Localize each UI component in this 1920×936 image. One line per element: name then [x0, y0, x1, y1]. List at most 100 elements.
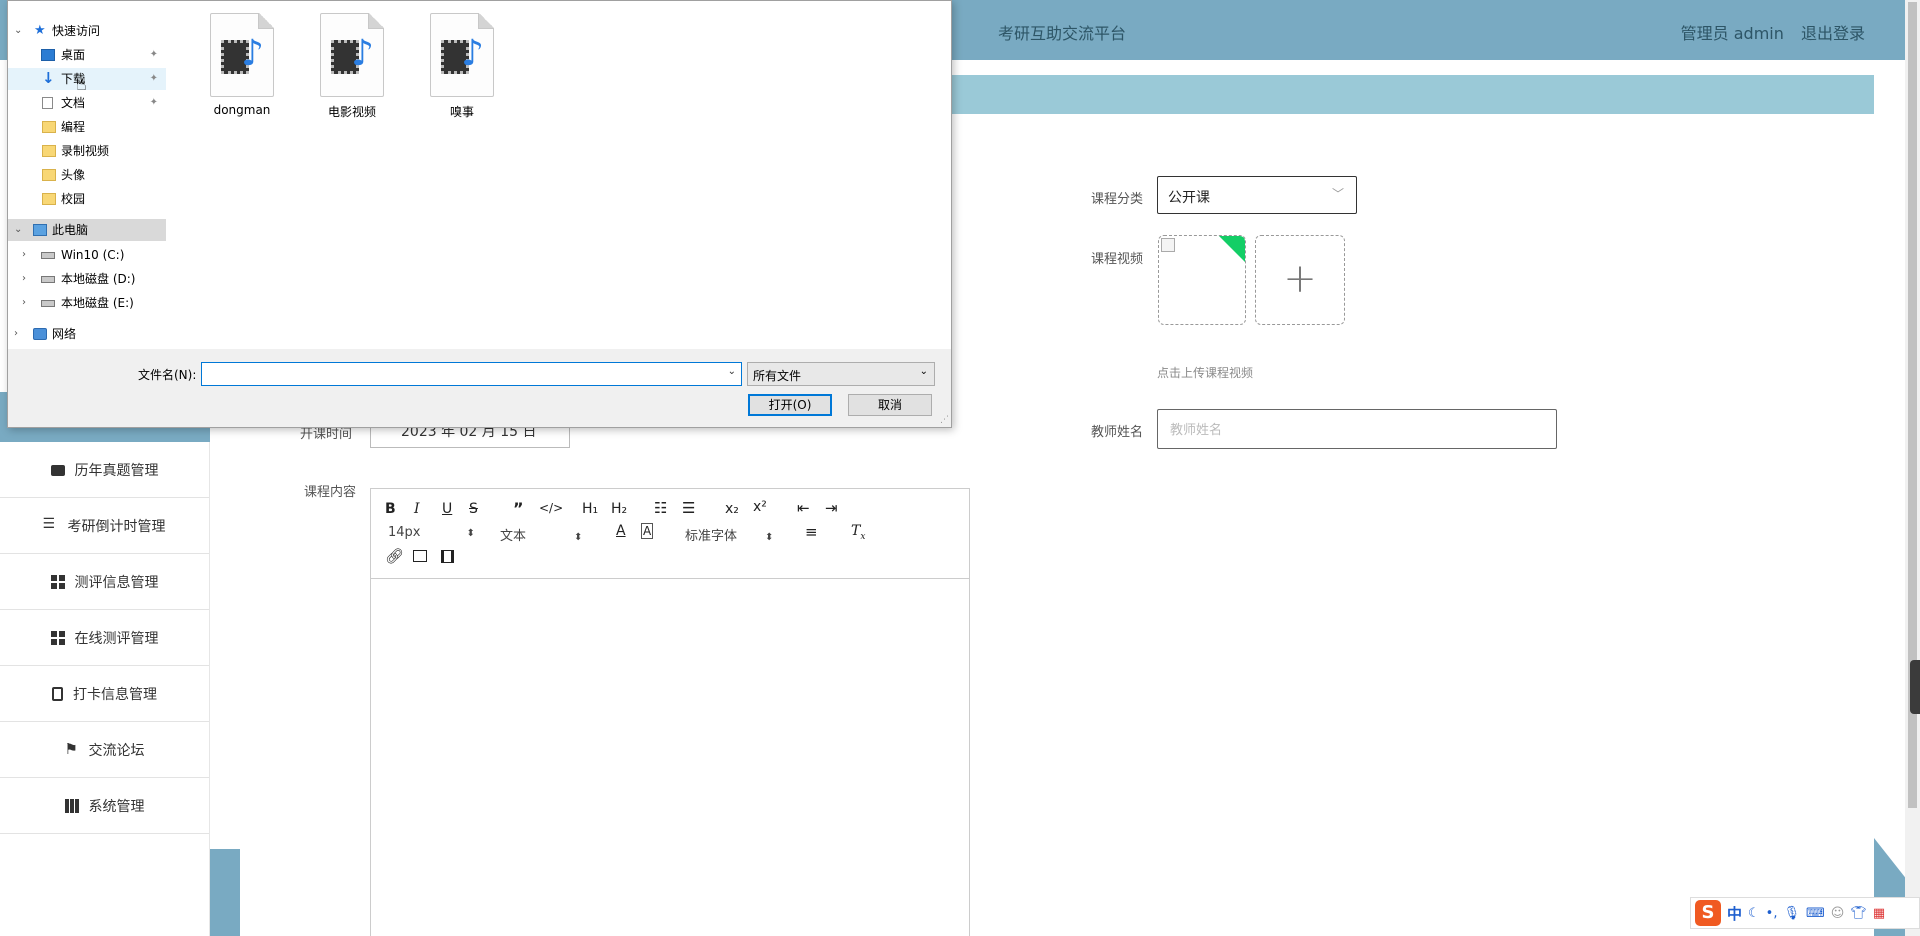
indent-icon[interactable]: ⇥: [825, 499, 838, 517]
font-color-icon[interactable]: A: [616, 523, 626, 539]
heading-1-icon[interactable]: H₁: [582, 501, 598, 517]
strikethrough-icon[interactable]: S: [469, 501, 478, 517]
file-name: 电影视频: [327, 105, 376, 119]
grid-icon: [50, 574, 65, 589]
chevron-down-icon: ⌄: [919, 366, 928, 377]
flag-icon: [65, 740, 79, 758]
filename-label: 文件名(N):: [138, 368, 197, 382]
sidebar-item-checkin[interactable]: 打卡信息管理: [0, 666, 209, 722]
ordered-list-icon[interactable]: ☷: [654, 499, 667, 517]
sidebar-item-label: 系统管理: [88, 798, 145, 815]
sidebar-item-assessment-info[interactable]: 测评信息管理: [0, 554, 209, 610]
nav-label: 文档: [61, 96, 86, 110]
open-button[interactable]: 打开(O): [748, 394, 832, 416]
nav-folder-avatar[interactable]: 头像: [8, 164, 166, 186]
keyboard-icon[interactable]: ⌨: [1806, 906, 1825, 921]
filename-input[interactable]: ⌄: [201, 362, 742, 386]
folder-icon: [42, 121, 56, 133]
microphone-icon[interactable]: 🎙︎: [1783, 906, 1800, 921]
nav-drive-d[interactable]: › 本地磁盘 (D:): [8, 268, 166, 290]
media-file-icon: ♪: [430, 13, 494, 97]
link-icon[interactable]: 🔗︎: [385, 547, 404, 565]
resize-grip-icon[interactable]: ⋰: [940, 415, 949, 425]
subscript-icon[interactable]: x₂: [725, 501, 739, 517]
sidebar-item-system[interactable]: 系统管理: [0, 778, 209, 834]
breadcrumb-bar: [900, 75, 1874, 114]
nav-label: 本地磁盘 (E:): [61, 296, 134, 310]
nav-drive-c[interactable]: › Win10 (C:): [8, 244, 166, 266]
logout-link[interactable]: 退出登录: [1801, 24, 1865, 43]
pin-icon: ✦: [149, 97, 158, 108]
nav-desktop[interactable]: 桌面 ✦: [8, 44, 166, 66]
uploaded-video-thumbnail[interactable]: [1158, 235, 1246, 325]
sidebar-item-countdown[interactable]: 考研倒计时管理: [0, 498, 209, 554]
nav-quick-access[interactable]: ⌄ ★ 快速访问: [8, 20, 166, 42]
teacher-name-input[interactable]: [1157, 409, 1557, 449]
outdent-icon[interactable]: ⇤: [797, 499, 810, 517]
align-icon[interactable]: ≡: [805, 523, 818, 541]
sidebar-item-online-assessment[interactable]: 在线测评管理: [0, 610, 209, 666]
sidebar-item-label: 测评信息管理: [74, 574, 159, 591]
punctuation-icon[interactable]: •,: [1766, 906, 1778, 921]
bullet-list-icon[interactable]: ☰: [682, 499, 695, 517]
ime-toolbar: S 中 ☾ •, 🎙︎ ⌨ ☺ 👕︎ ▦: [1690, 897, 1920, 929]
bold-icon[interactable]: B: [385, 501, 396, 517]
editor-content-area[interactable]: [371, 579, 969, 936]
side-panel-handle[interactable]: [1910, 660, 1920, 714]
sogou-logo-icon[interactable]: S: [1695, 900, 1721, 926]
font-size-select[interactable]: 14px ⬍: [388, 525, 475, 540]
file-item[interactable]: ♪ dongman: [196, 13, 288, 117]
nav-folder-recordings[interactable]: 录制视频: [8, 140, 166, 162]
category-label: 课程分类: [1091, 192, 1144, 207]
upload-tip: 点击上传课程视频: [1157, 366, 1254, 380]
file-item[interactable]: ♪ 电影视频: [306, 13, 398, 120]
user-icon[interactable]: ☺: [1831, 906, 1845, 921]
file-list-pane: ♪ dongman ♪ 电影视频 ♪ 嗅事: [166, 1, 951, 349]
paragraph-select[interactable]: 文本 ⬍: [500, 525, 582, 544]
cancel-button[interactable]: 取消: [848, 394, 932, 416]
chevron-right-icon: ›: [22, 249, 26, 260]
file-item[interactable]: ♪ 嗅事: [416, 13, 508, 120]
font-family-select[interactable]: 标准字体 ⬍: [685, 525, 773, 544]
broken-image-icon: [1161, 238, 1175, 252]
chevron-right-icon: ›: [22, 297, 26, 308]
clipboard-icon: [52, 686, 63, 701]
italic-icon[interactable]: I: [414, 501, 420, 517]
nav-this-pc[interactable]: ⌄ 此电脑: [8, 219, 166, 241]
sidebar-item-past-exams[interactable]: 历年真题管理: [0, 442, 209, 498]
nav-folder-programming[interactable]: 编程: [8, 116, 166, 138]
nav-drive-e[interactable]: › 本地磁盘 (E:): [8, 292, 166, 314]
teacher-label: 教师姓名: [1091, 425, 1144, 440]
nav-label: 校园: [61, 192, 86, 206]
underline-icon[interactable]: U: [442, 501, 452, 517]
sidebar-item-label: 交流论坛: [88, 742, 145, 759]
nav-network[interactable]: › 网络: [8, 323, 166, 345]
blockquote-icon[interactable]: ”: [513, 499, 524, 518]
heading-2-icon[interactable]: H₂: [611, 501, 627, 517]
editor-toolbar: B I U S ” </> H₁ H₂ ☷ ☰ x₂ x² ⇤ ⇥ 14px ⬍ …: [371, 489, 969, 579]
moon-icon[interactable]: ☾: [1748, 906, 1760, 921]
pin-icon: ✦: [149, 49, 158, 60]
sidebar-item-forum[interactable]: 交流论坛: [0, 722, 209, 778]
expand-icon: ⌄: [14, 224, 23, 235]
nav-folder-campus[interactable]: 校园: [8, 188, 166, 210]
ime-mode-toggle[interactable]: 中: [1727, 903, 1742, 924]
filetype-select[interactable]: 所有文件 ⌄: [747, 362, 935, 386]
video-icon[interactable]: [441, 550, 454, 563]
background-color-icon[interactable]: A: [641, 523, 654, 539]
upload-add-button[interactable]: +: [1255, 235, 1345, 325]
chevron-down-icon[interactable]: ⌄: [728, 366, 736, 377]
nav-downloads[interactable]: ↓ 下载 ✦: [8, 68, 166, 90]
category-select[interactable]: 公开课 ﹀: [1157, 176, 1357, 214]
clear-format-icon[interactable]: Tx: [851, 523, 865, 542]
image-icon[interactable]: [413, 550, 427, 562]
nav-documents[interactable]: 文档 ✦: [8, 92, 166, 114]
upload-success-icon: [1218, 236, 1245, 263]
vertical-scrollbar[interactable]: [1905, 0, 1920, 936]
apps-grid-icon[interactable]: ▦: [1873, 906, 1885, 921]
nav-label: 网络: [52, 327, 77, 341]
chevron-right-icon: ›: [14, 328, 18, 339]
shirt-icon[interactable]: 👕︎: [1850, 906, 1867, 921]
code-icon[interactable]: </>: [539, 501, 563, 515]
superscript-icon[interactable]: x²: [753, 499, 767, 515]
